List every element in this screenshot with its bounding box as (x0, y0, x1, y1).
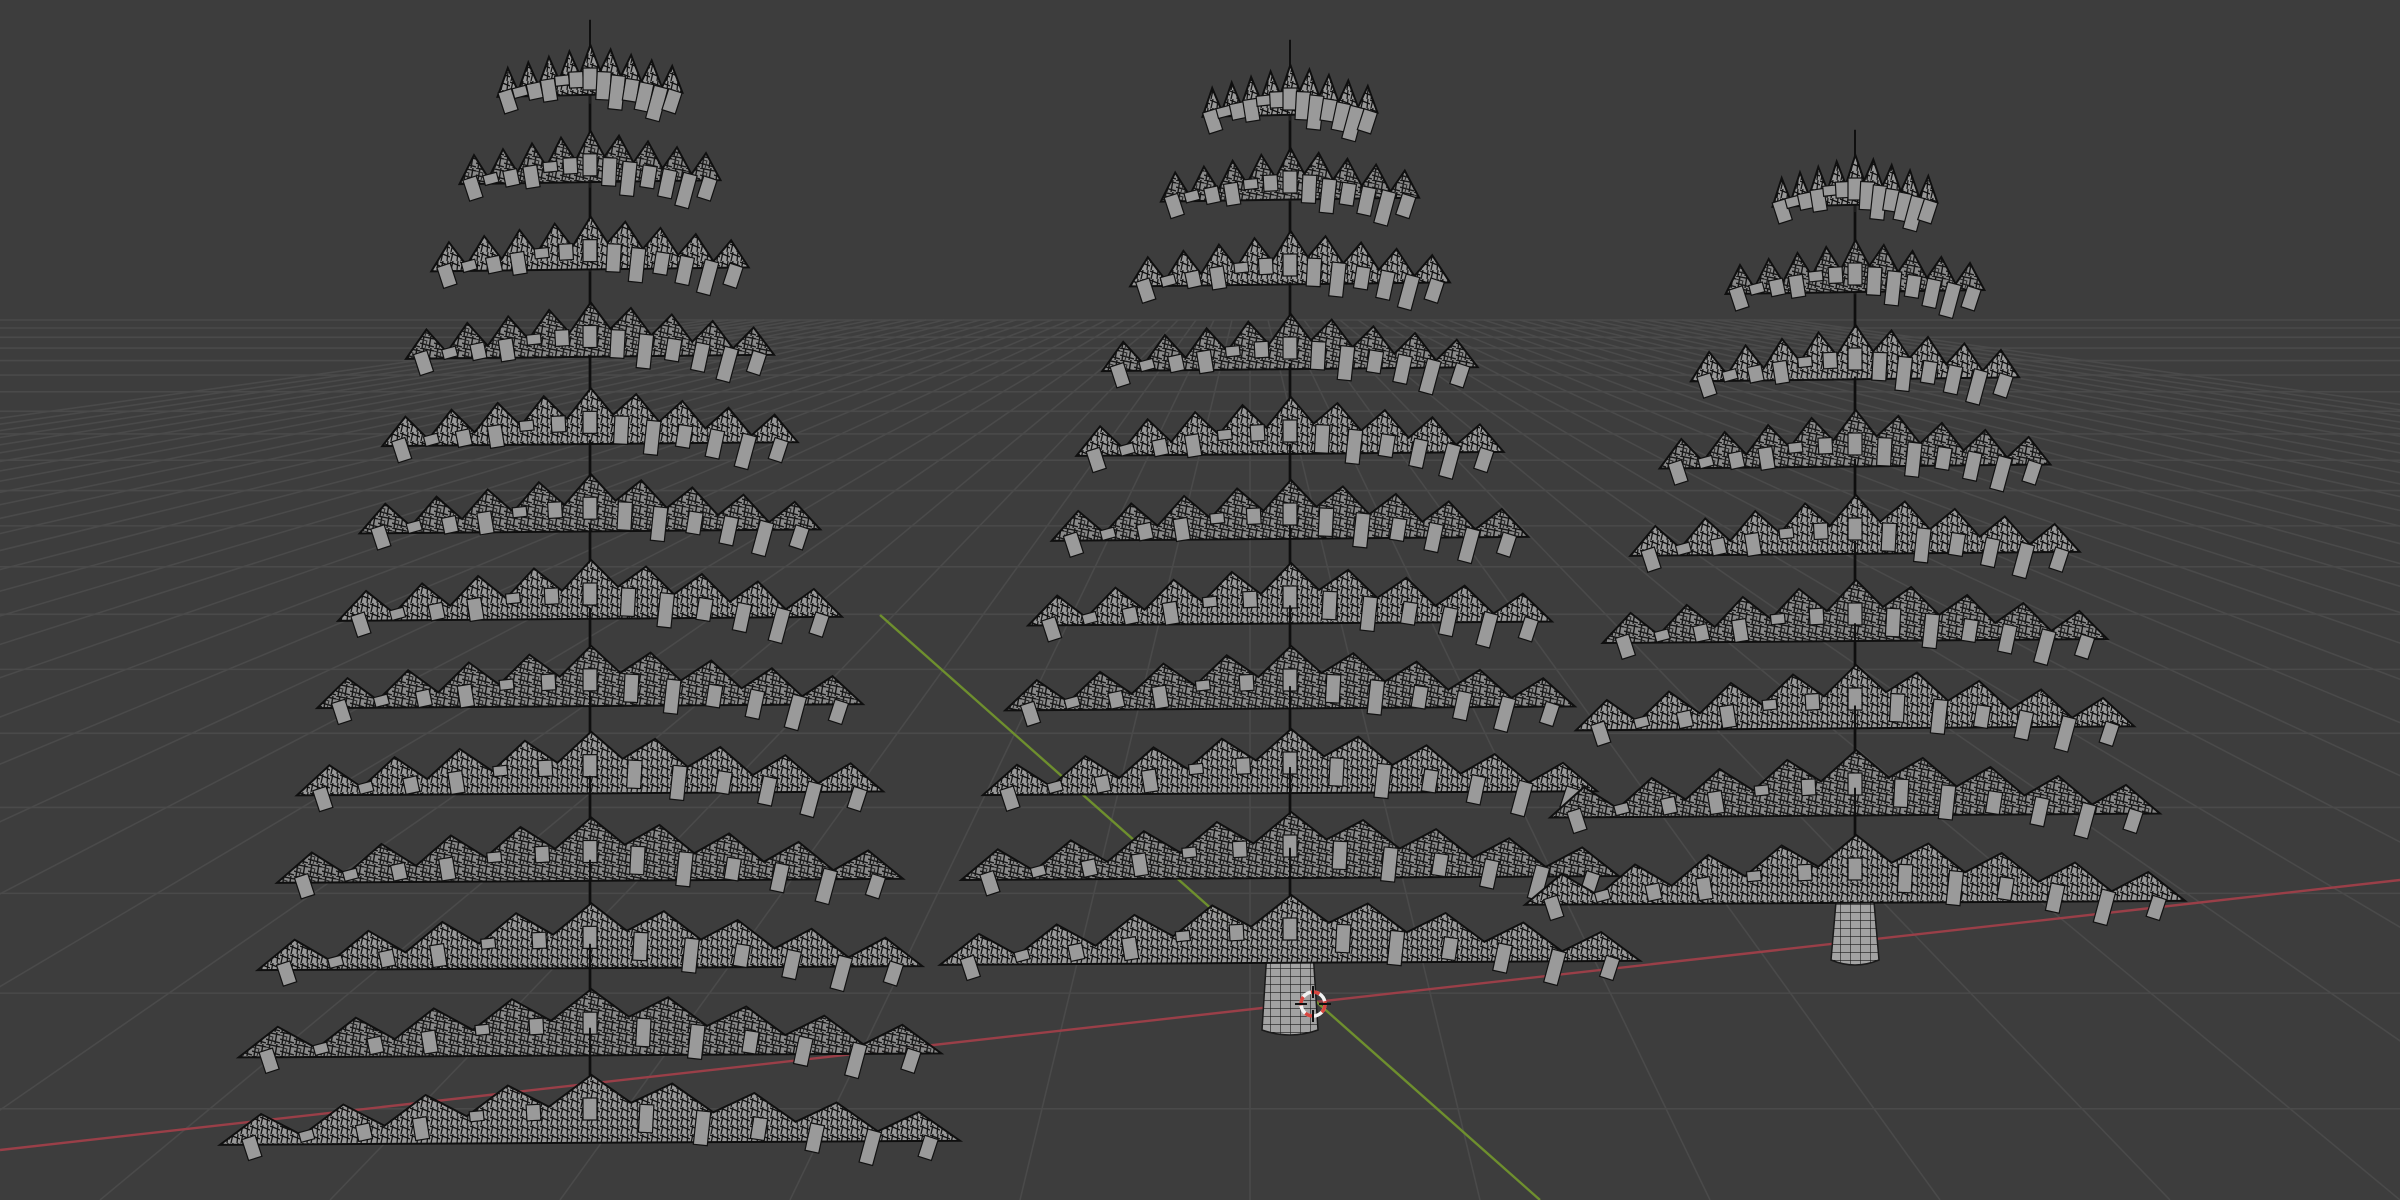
3d-viewport[interactable] (0, 0, 2400, 1200)
